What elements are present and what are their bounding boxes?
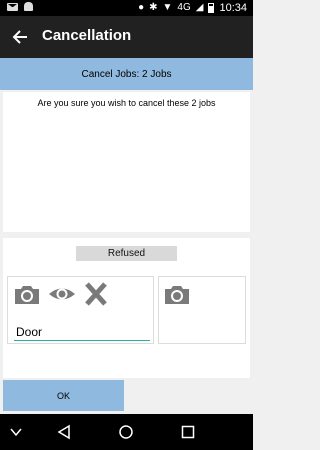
camera-icon[interactable] — [13, 282, 41, 306]
status-time: 10:34 — [219, 2, 247, 14]
reason-panel: Refused — [3, 238, 250, 378]
android-notification-icon — [24, 2, 33, 11]
bluetooth-icon: ✱ — [149, 2, 158, 13]
status-bar: ● ✱ ▼ 4G ◢ 10:34 — [0, 0, 253, 16]
back-arrow-icon — [12, 30, 27, 44]
close-icon[interactable] — [82, 282, 110, 306]
photo-card — [7, 276, 154, 344]
page-title: Cancellation — [42, 27, 132, 44]
confirmation-message: Are you sure you wish to cancel these 2 … — [37, 98, 216, 108]
nav-recents-button[interactable] — [178, 422, 198, 442]
wifi-icon: ▼ — [162, 2, 173, 13]
battery-icon — [208, 3, 215, 13]
navigation-bar — [0, 414, 253, 450]
nav-home-icon — [119, 425, 133, 439]
camera-icon[interactable] — [163, 282, 191, 306]
ok-button-label: OK — [56, 390, 70, 401]
ok-button[interactable]: OK — [3, 380, 124, 411]
nav-back-icon — [57, 424, 70, 440]
location-icon: ● — [138, 2, 145, 13]
back-button[interactable] — [8, 25, 32, 49]
photo-card-empty — [158, 276, 246, 344]
reason-label: Refused — [107, 248, 146, 259]
mail-notification-icon — [7, 2, 18, 11]
reason-note-input[interactable] — [14, 323, 150, 341]
cancel-jobs-banner: Cancel Jobs: 2 Jobs — [0, 58, 253, 90]
message-panel: Are you sure you wish to cancel these 2 … — [3, 92, 250, 232]
network-type: 4G — [177, 2, 191, 13]
nav-back-button[interactable] — [54, 422, 74, 442]
nav-home-button[interactable] — [116, 422, 136, 442]
reason-selector[interactable]: Refused — [76, 246, 177, 261]
signal-icon: ◢ — [195, 2, 204, 13]
chevron-down-icon — [10, 428, 22, 437]
banner-text: Cancel Jobs: 2 Jobs — [81, 68, 172, 80]
app-bar: Cancellation — [0, 16, 253, 58]
nav-collapse-button[interactable] — [6, 422, 26, 442]
nav-recents-icon — [181, 425, 195, 439]
eye-icon[interactable] — [48, 282, 76, 306]
